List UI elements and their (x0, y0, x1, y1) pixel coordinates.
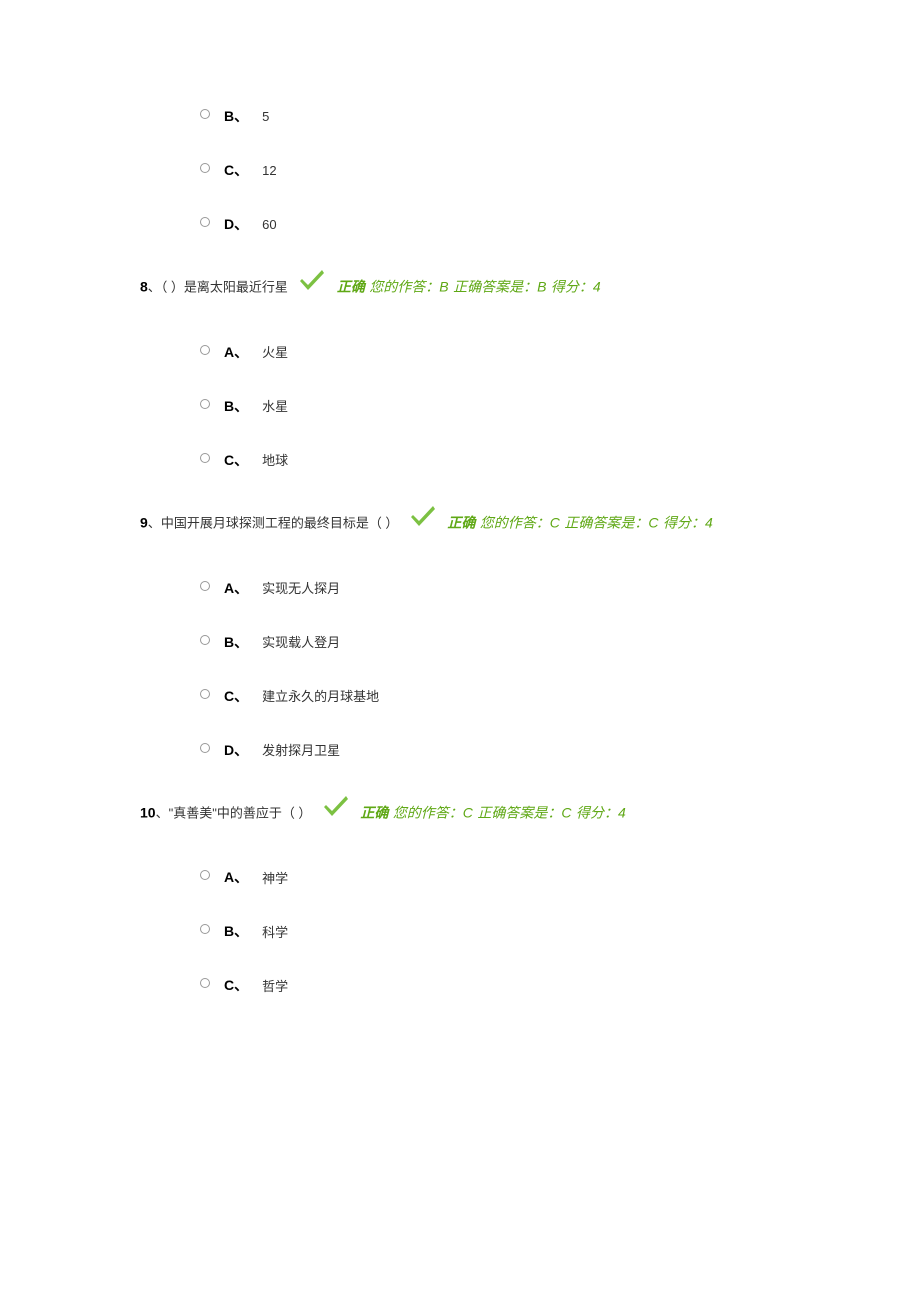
option-text: 建立永久的月球基地 (262, 686, 379, 705)
result-correct-label: 正确 (447, 514, 475, 530)
radio-icon[interactable] (200, 581, 210, 591)
score-label: 得分： (663, 514, 705, 530)
option-text: 实现无人探月 (262, 578, 340, 597)
check-icon (298, 264, 326, 311)
check-icon (322, 790, 350, 837)
option-row: D、 60 (200, 208, 780, 234)
option-letter: C、 (224, 160, 248, 180)
option-letter: A、 (224, 867, 248, 887)
score-value: 4 (593, 279, 601, 295)
option-letter: A、 (224, 578, 248, 598)
option-letter: A、 (224, 342, 248, 362)
option-row: C、 12 (200, 154, 780, 180)
score-label: 得分： (551, 279, 593, 295)
question-sep: 、 (148, 280, 161, 295)
check-icon (409, 500, 437, 547)
option-row: B、 科学 (200, 915, 780, 941)
result-correct-label: 正确 (337, 279, 365, 295)
option-text: 60 (262, 217, 276, 232)
your-answer: B (439, 279, 448, 295)
option-text: 实现载人登月 (262, 632, 340, 651)
correct-answer-label: 正确答案是： (453, 279, 537, 295)
option-row: B、 实现载人登月 (200, 626, 780, 652)
option-letter: D、 (224, 214, 248, 234)
correct-answer-label: 正确答案是： (477, 804, 561, 820)
question-text: （ ）是离太阳最近行星 (161, 280, 288, 295)
radio-icon[interactable] (200, 453, 210, 463)
your-answer: C (463, 804, 473, 820)
question-8-header: 8、（ ）是离太阳最近行星 正确 您的作答：B 正确答案是：B 得分：4 (140, 264, 780, 311)
option-text: 12 (262, 163, 276, 178)
question-sep: 、 (156, 805, 169, 820)
radio-icon[interactable] (200, 870, 210, 880)
radio-icon[interactable] (200, 345, 210, 355)
score-value: 4 (618, 804, 626, 820)
question-number: 8 (140, 279, 148, 295)
option-text: 水星 (262, 396, 288, 415)
option-row: A、 实现无人探月 (200, 572, 780, 598)
option-row: A、 火星 (200, 336, 780, 362)
question-10-options: A、 神学 B、 科学 C、 哲学 (200, 861, 780, 995)
question-number: 10 (140, 804, 156, 820)
question-8-options: A、 火星 B、 水星 C、 地球 (200, 336, 780, 470)
question-text: "真善美"中的善应于（ ） (169, 805, 312, 820)
option-letter: B、 (224, 632, 248, 652)
question-9-options: A、 实现无人探月 B、 实现载人登月 C、 建立永久的月球基地 D、 发射探月… (200, 572, 780, 760)
radio-icon[interactable] (200, 399, 210, 409)
radio-icon[interactable] (200, 689, 210, 699)
option-row: B、 水星 (200, 390, 780, 416)
correct-answer-label: 正确答案是： (564, 514, 648, 530)
question-9-header: 9、中国开展月球探测工程的最终目标是（ ） 正确 您的作答：C 正确答案是：C … (140, 500, 780, 547)
your-answer: C (550, 514, 560, 530)
question-text: 中国开展月球探测工程的最终目标是（ ） (161, 515, 399, 530)
radio-icon[interactable] (200, 109, 210, 119)
score-value: 4 (705, 514, 713, 530)
radio-icon[interactable] (200, 978, 210, 988)
radio-icon[interactable] (200, 163, 210, 173)
option-text: 神学 (262, 868, 288, 887)
option-text: 科学 (262, 922, 288, 941)
option-text: 地球 (262, 450, 288, 469)
option-letter: B、 (224, 921, 248, 941)
option-row: C、 建立永久的月球基地 (200, 680, 780, 706)
option-letter: C、 (224, 686, 248, 706)
your-answer-label: 您的作答： (393, 804, 463, 820)
option-letter: D、 (224, 740, 248, 760)
option-row: B、 5 (200, 100, 780, 126)
question-10-header: 10、"真善美"中的善应于（ ） 正确 您的作答：C 正确答案是：C 得分：4 (140, 790, 780, 837)
option-letter: C、 (224, 450, 248, 470)
radio-icon[interactable] (200, 743, 210, 753)
question-number: 9 (140, 514, 148, 530)
option-row: D、 发射探月卫星 (200, 734, 780, 760)
correct-answer: C (561, 804, 571, 820)
radio-icon[interactable] (200, 635, 210, 645)
option-letter: B、 (224, 396, 248, 416)
radio-icon[interactable] (200, 924, 210, 934)
option-text: 火星 (262, 342, 288, 361)
option-row: C、 地球 (200, 444, 780, 470)
correct-answer: B (537, 279, 546, 295)
result-correct-label: 正确 (360, 804, 388, 820)
option-letter: C、 (224, 975, 248, 995)
your-answer-label: 您的作答： (480, 514, 550, 530)
option-text: 发射探月卫星 (262, 740, 340, 759)
score-label: 得分： (576, 804, 618, 820)
partial-options-top: B、 5 C、 12 D、 60 (200, 100, 780, 234)
option-text: 5 (262, 109, 269, 124)
question-sep: 、 (148, 515, 161, 530)
option-text: 哲学 (262, 976, 288, 995)
correct-answer: C (648, 514, 658, 530)
option-row: C、 哲学 (200, 969, 780, 995)
option-row: A、 神学 (200, 861, 780, 887)
your-answer-label: 您的作答： (369, 279, 439, 295)
option-letter: B、 (224, 106, 248, 126)
radio-icon[interactable] (200, 217, 210, 227)
